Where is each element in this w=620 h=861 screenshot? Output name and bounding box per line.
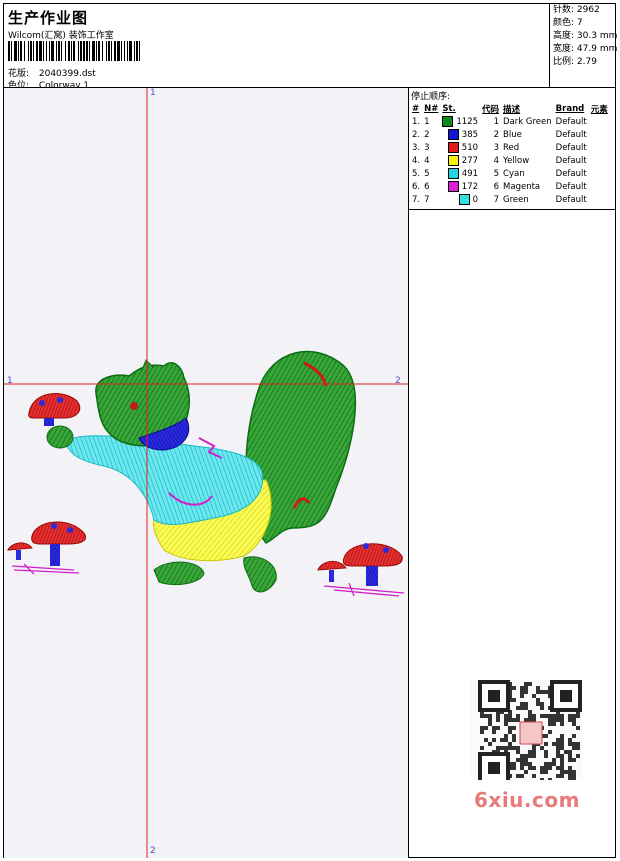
- column-header: 描述: [503, 105, 521, 115]
- row-brand: Default: [555, 129, 587, 140]
- row-element: [589, 115, 610, 128]
- color-swatch: [447, 129, 459, 140]
- table-row: 4. 4 277 4 Yellow Default: [410, 154, 610, 167]
- stat-width: 宽度: 47.9 mm: [553, 44, 618, 54]
- design-preview: 1 1 2 2: [4, 88, 409, 858]
- row-description: Yellow: [503, 155, 530, 166]
- table-row: 5. 5 491 5 Cyan Default: [410, 167, 610, 180]
- row-code: 1: [493, 116, 500, 127]
- row-index: 7.: [412, 194, 421, 205]
- stats-panel: 针数: 2962 颜色: 7 高度: 30.3 mm 宽度: 47.9 mm 比…: [549, 4, 618, 88]
- stat-scale: 比例: 2.79: [553, 57, 597, 67]
- color-swatch: [447, 155, 459, 166]
- row-needle: 1: [424, 116, 430, 127]
- guide-label-bottom: 2: [150, 846, 156, 856]
- watermark: 6xiu.com: [474, 788, 580, 812]
- mushroom-bottom-right: [317, 543, 405, 597]
- row-description: Cyan: [503, 168, 525, 179]
- stop-sequence-table: # N# St. 代码 描述 Brand 元素 1. 1 1125 1 Dark Green Defa…: [410, 103, 610, 206]
- table-row: 6. 6 172 6 Magenta Default: [410, 180, 610, 193]
- row-element: [589, 141, 610, 154]
- row-brand: Default: [555, 181, 587, 192]
- row-stitches: 385: [440, 128, 480, 141]
- row-needle: 4: [424, 155, 430, 166]
- row-element: [589, 154, 610, 167]
- row-needle: 7: [424, 194, 430, 205]
- company-name: Wilcom(汇窝) 装饰工作室: [8, 31, 114, 41]
- row-code: 6: [493, 181, 500, 192]
- guide-label-right: 2: [395, 376, 401, 386]
- table-row: 3. 3 510 3 Red Default: [410, 141, 610, 154]
- row-description: Red: [503, 142, 520, 153]
- stop-sequence-panel: 停止顺序: # N# St. 代码 描述 Brand 元素 1. 1 1125 1 Dark Gre…: [409, 88, 616, 210]
- row-stitches: 0: [440, 193, 480, 206]
- qr-code: [470, 680, 582, 784]
- row-description: Blue: [503, 129, 522, 140]
- row-brand: Default: [555, 194, 587, 205]
- table-row: 7. 7 0 7 Green Default: [410, 193, 610, 206]
- row-needle: 5: [424, 168, 430, 179]
- column-header: St.: [442, 104, 456, 114]
- color-swatch: [458, 194, 470, 205]
- row-index: 5.: [412, 168, 421, 179]
- row-brand: Default: [555, 168, 587, 179]
- color-swatch: [447, 168, 459, 179]
- guide-label-top: 1: [150, 88, 156, 98]
- row-code: 3: [493, 142, 500, 153]
- row-index: 2.: [412, 129, 421, 140]
- squirrel-leg-right: [243, 556, 277, 593]
- page-title: 生产作业图: [8, 9, 89, 27]
- stat-height: 高度: 30.3 mm: [553, 31, 618, 41]
- row-code: 2: [493, 129, 500, 140]
- guide-label-left: 1: [7, 376, 13, 386]
- row-element: [589, 180, 610, 193]
- row-code: 7: [493, 194, 500, 205]
- row-element: [589, 193, 610, 206]
- row-stitches: 277: [440, 154, 480, 167]
- color-swatch: [447, 181, 459, 192]
- color-swatch: [442, 116, 454, 127]
- row-description: Green: [503, 194, 529, 205]
- row-stitches: 491: [440, 167, 480, 180]
- mushroom-top-left: [28, 393, 81, 426]
- row-code: 5: [493, 168, 500, 179]
- header: 生产作业图 Wilcom(汇窝) 装饰工作室 花版: 2040399.dst 色…: [4, 4, 618, 91]
- row-index: 4.: [412, 155, 421, 166]
- row-needle: 6: [424, 181, 430, 192]
- row-brand: Default: [555, 155, 587, 166]
- table-row: 2. 2 385 2 Blue Default: [410, 128, 610, 141]
- row-stitches: 510: [440, 141, 480, 154]
- column-header: N#: [424, 104, 439, 114]
- row-index: 3.: [412, 142, 421, 153]
- column-header: Brand: [555, 104, 585, 114]
- row-code: 4: [493, 155, 500, 166]
- row-brand: Default: [555, 116, 587, 127]
- column-header: #: [412, 104, 420, 114]
- color-swatch: [447, 142, 459, 153]
- row-description: Dark Green: [503, 116, 552, 127]
- embroidery-artwork: [4, 88, 408, 858]
- row-needle: 2: [424, 129, 430, 140]
- row-stitches: 1125: [440, 115, 480, 128]
- row-brand: Default: [555, 142, 587, 153]
- row-description: Magenta: [503, 181, 541, 192]
- row-index: 1.: [412, 116, 421, 127]
- stat-stitches: 针数: 2962: [553, 5, 600, 15]
- row-stitches: 172: [440, 180, 480, 193]
- barcode: [8, 41, 140, 61]
- row-needle: 3: [424, 142, 430, 153]
- column-header: 代码: [482, 105, 500, 115]
- mushroom-bottom-left: [7, 521, 87, 575]
- row-element: [589, 128, 610, 141]
- row-index: 6.: [412, 181, 421, 192]
- row-element: [589, 167, 610, 180]
- squirrel-leg-left: [153, 561, 205, 586]
- column-header: 元素: [590, 105, 608, 115]
- stop-sequence-title: 停止顺序:: [411, 92, 451, 102]
- table-row: 1. 1 1125 1 Dark Green Default: [410, 115, 610, 128]
- stat-colors: 颜色: 7: [553, 18, 583, 28]
